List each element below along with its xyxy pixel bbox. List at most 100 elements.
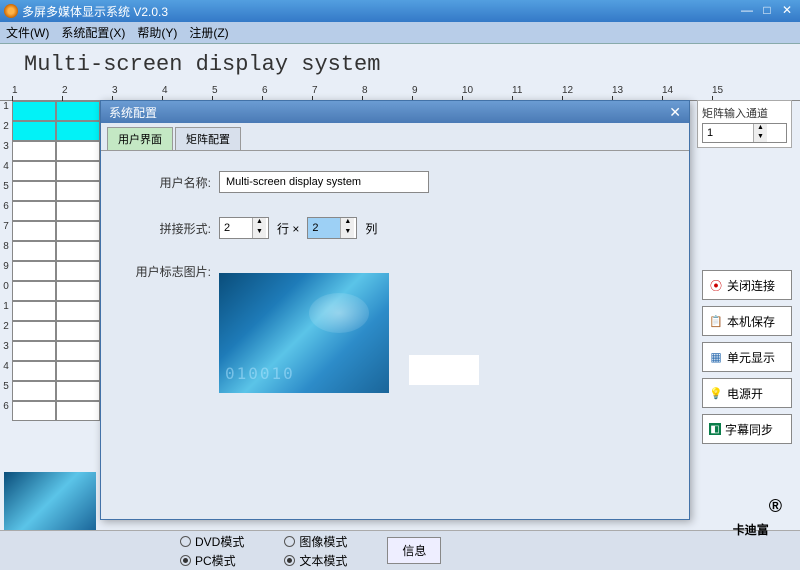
cols-spinner[interactable]: ▲▼ bbox=[307, 217, 357, 239]
ruler-tick: 9 bbox=[412, 85, 418, 96]
window-title: 多屏多媒体显示系统 V2.0.3 bbox=[22, 3, 738, 20]
grid-row-number: 3 bbox=[0, 341, 12, 361]
grid-cell[interactable] bbox=[56, 241, 100, 261]
window-titlebar: 多屏多媒体显示系统 V2.0.3 — □ ✕ bbox=[0, 0, 800, 22]
dialog-titlebar[interactable]: 系统配置 ✕ bbox=[101, 101, 689, 123]
grid-row-number: 3 bbox=[0, 141, 12, 161]
splice-form-label: 拼接形式: bbox=[131, 220, 211, 237]
minimize-button[interactable]: — bbox=[738, 4, 756, 18]
maximize-button[interactable]: □ bbox=[758, 4, 776, 18]
grid-row-number: 2 bbox=[0, 321, 12, 341]
grid-cell[interactable] bbox=[56, 321, 100, 341]
grid-cell[interactable] bbox=[56, 221, 100, 241]
grid-cell[interactable] bbox=[56, 341, 100, 361]
menubar: 文件(W) 系统配置(X) 帮助(Y) 注册(Z) bbox=[0, 22, 800, 44]
spinner-down-icon[interactable]: ▼ bbox=[754, 133, 767, 142]
grid-row-number: 7 bbox=[0, 221, 12, 241]
username-label: 用户名称: bbox=[131, 174, 211, 191]
grid-cell[interactable] bbox=[56, 101, 100, 121]
grid-cell[interactable] bbox=[12, 161, 56, 181]
grid-cell[interactable] bbox=[12, 281, 56, 301]
spinner-down-icon[interactable]: ▼ bbox=[341, 228, 354, 238]
grid-cell[interactable] bbox=[56, 381, 100, 401]
grid-row-number: 0 bbox=[0, 281, 12, 301]
grid-cell[interactable] bbox=[12, 221, 56, 241]
page-title: Multi-screen display system bbox=[0, 44, 800, 85]
grid-cell[interactable] bbox=[56, 181, 100, 201]
ruler-tick: 13 bbox=[612, 85, 623, 96]
spinner-up-icon[interactable]: ▲ bbox=[253, 218, 266, 228]
rows-value[interactable] bbox=[220, 218, 252, 238]
dialog-close-icon[interactable]: ✕ bbox=[669, 104, 681, 121]
grid-cell[interactable] bbox=[56, 261, 100, 281]
subtitle-sync-button[interactable]: ◧ 字幕同步 bbox=[702, 414, 792, 444]
grid-cell[interactable] bbox=[12, 181, 56, 201]
grid-row-number: 5 bbox=[0, 381, 12, 401]
ruler-tick: 12 bbox=[562, 85, 573, 96]
rows-spinner[interactable]: ▲▼ bbox=[219, 217, 269, 239]
grid-cell[interactable] bbox=[12, 141, 56, 161]
close-connection-button[interactable]: ⦿ 关闭连接 bbox=[702, 270, 792, 300]
cols-value[interactable] bbox=[308, 218, 340, 238]
grid-cell[interactable] bbox=[12, 401, 56, 421]
grid-row-number: 1 bbox=[0, 301, 12, 321]
tab-user-interface[interactable]: 用户界面 bbox=[107, 127, 173, 150]
grid-cell[interactable] bbox=[56, 301, 100, 321]
ruler-tick: 1 bbox=[12, 85, 18, 96]
screen-grid: 1234567890123456 bbox=[0, 101, 100, 531]
grid-cell[interactable] bbox=[56, 141, 100, 161]
dialog-title: 系统配置 bbox=[109, 104, 669, 121]
grid-cell[interactable] bbox=[12, 101, 56, 121]
matrix-channel-spinner[interactable]: ▲▼ bbox=[702, 123, 787, 143]
bottom-toolbar: DVD模式 PC模式 图像模式 文本模式 信息 bbox=[0, 530, 800, 570]
username-field[interactable] bbox=[219, 171, 429, 193]
grid-row-number: 4 bbox=[0, 161, 12, 181]
grid-cell[interactable] bbox=[56, 281, 100, 301]
grid-cell[interactable] bbox=[56, 361, 100, 381]
grid-cell[interactable] bbox=[12, 301, 56, 321]
ruler-tick: 2 bbox=[62, 85, 68, 96]
horizontal-ruler: 123456789101112131415 bbox=[0, 85, 800, 101]
radio-image-mode[interactable]: 图像模式 bbox=[284, 533, 347, 550]
menu-register[interactable]: 注册(Z) bbox=[189, 24, 228, 41]
radio-dvd-mode[interactable]: DVD模式 bbox=[180, 533, 244, 550]
spinner-up-icon[interactable]: ▲ bbox=[754, 124, 767, 133]
close-button[interactable]: ✕ bbox=[778, 4, 796, 18]
grid-cell[interactable] bbox=[56, 161, 100, 181]
power-on-button[interactable]: 💡 电源开 bbox=[702, 378, 792, 408]
grid-cell[interactable] bbox=[12, 121, 56, 141]
ruler-tick: 14 bbox=[662, 85, 673, 96]
menu-config[interactable]: 系统配置(X) bbox=[61, 24, 125, 41]
grid-cell[interactable] bbox=[12, 341, 56, 361]
grid-cell[interactable] bbox=[12, 361, 56, 381]
grid-cell[interactable] bbox=[12, 381, 56, 401]
logo-placeholder[interactable] bbox=[409, 355, 479, 385]
grid-row-number: 6 bbox=[0, 201, 12, 221]
matrix-input-panel: 矩阵输入通道 ▲▼ bbox=[697, 100, 792, 148]
ruler-tick: 4 bbox=[162, 85, 168, 96]
radio-text-mode[interactable]: 文本模式 bbox=[284, 552, 347, 569]
grid-row-number: 6 bbox=[0, 401, 12, 421]
grid-cell[interactable] bbox=[56, 121, 100, 141]
grid-cell[interactable] bbox=[56, 201, 100, 221]
radio-pc-mode[interactable]: PC模式 bbox=[180, 552, 244, 569]
spinner-up-icon[interactable]: ▲ bbox=[341, 218, 354, 228]
grid-cell[interactable] bbox=[12, 261, 56, 281]
unit-display-button[interactable]: ▦ 单元显示 bbox=[702, 342, 792, 372]
grid-cell[interactable] bbox=[12, 201, 56, 221]
local-save-button[interactable]: 📋 本机保存 bbox=[702, 306, 792, 336]
ruler-tick: 5 bbox=[212, 85, 218, 96]
spinner-down-icon[interactable]: ▼ bbox=[253, 228, 266, 238]
tab-matrix-config[interactable]: 矩阵配置 bbox=[175, 127, 241, 150]
grid-cell[interactable] bbox=[12, 241, 56, 261]
logo-label: 用户标志图片: bbox=[131, 263, 211, 280]
grid-cell[interactable] bbox=[12, 321, 56, 341]
grid-row-number: 5 bbox=[0, 181, 12, 201]
menu-help[interactable]: 帮助(Y) bbox=[137, 24, 177, 41]
bulb-icon: 💡 bbox=[709, 386, 723, 400]
info-button[interactable]: 信息 bbox=[387, 537, 441, 564]
matrix-channel-value[interactable] bbox=[703, 124, 753, 142]
grid-row-number: 4 bbox=[0, 361, 12, 381]
menu-file[interactable]: 文件(W) bbox=[6, 24, 49, 41]
grid-cell[interactable] bbox=[56, 401, 100, 421]
